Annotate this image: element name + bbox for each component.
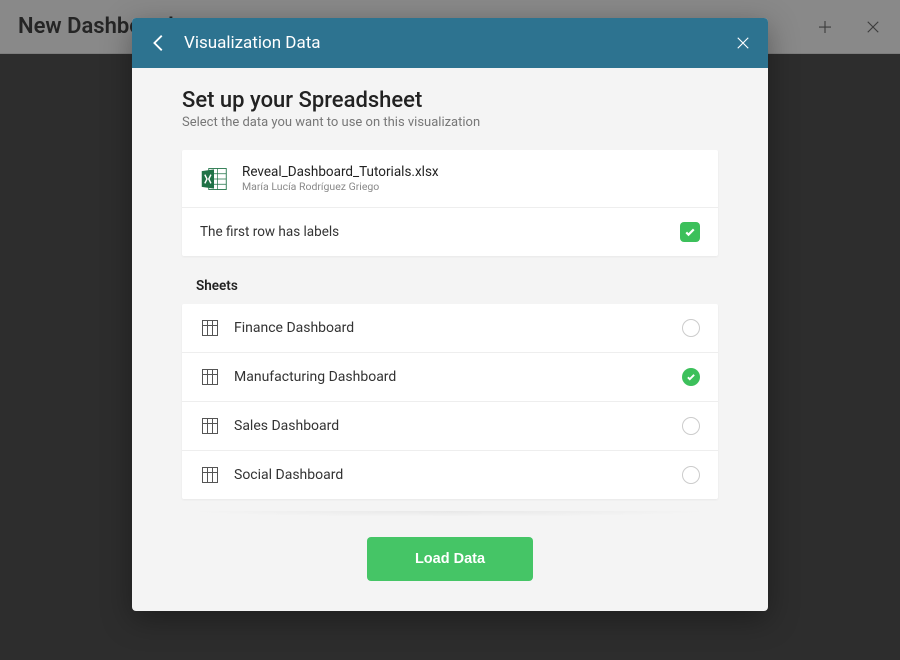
grid-icon bbox=[200, 367, 220, 387]
setup-title: Set up your Spreadsheet bbox=[182, 88, 718, 113]
sheet-row[interactable]: Sales Dashboard bbox=[182, 402, 718, 451]
sheet-name: Manufacturing Dashboard bbox=[234, 369, 668, 385]
grid-icon bbox=[200, 416, 220, 436]
radio-unselected-icon[interactable] bbox=[682, 417, 700, 435]
sheet-row[interactable]: Manufacturing Dashboard bbox=[182, 353, 718, 402]
visualization-data-modal: Visualization Data Set up your Spreadshe… bbox=[132, 18, 768, 611]
first-row-labels-text: The first row has labels bbox=[200, 224, 339, 240]
modal-close-icon[interactable] bbox=[734, 34, 752, 52]
modal-body: Set up your Spreadsheet Select the data … bbox=[132, 68, 768, 611]
first-row-labels-toggle[interactable]: The first row has labels bbox=[182, 208, 718, 256]
sheet-name: Sales Dashboard bbox=[234, 418, 668, 434]
setup-subtitle: Select the data you want to use on this … bbox=[182, 115, 718, 130]
modal-header: Visualization Data bbox=[132, 18, 768, 68]
file-owner: María Lucía Rodríguez Griego bbox=[242, 180, 439, 193]
checkbox-checked-icon bbox=[680, 222, 700, 242]
sheets-label: Sheets bbox=[196, 278, 718, 294]
sheet-name: Finance Dashboard bbox=[234, 320, 668, 336]
load-data-button[interactable]: Load Data bbox=[367, 537, 533, 581]
sheets-panel: Finance Dashboard Manufacturing Dashboard… bbox=[182, 304, 718, 499]
modal-title: Visualization Data bbox=[184, 33, 720, 53]
excel-file-icon bbox=[200, 165, 228, 193]
file-name: Reveal_Dashboard_Tutorials.xlsx bbox=[242, 164, 439, 180]
file-meta: Reveal_Dashboard_Tutorials.xlsx María Lu… bbox=[242, 164, 439, 193]
sheet-row[interactable]: Finance Dashboard bbox=[182, 304, 718, 353]
sheet-row[interactable]: Social Dashboard bbox=[182, 451, 718, 499]
panel-shadow bbox=[182, 511, 718, 517]
sheet-name: Social Dashboard bbox=[234, 467, 668, 483]
grid-icon bbox=[200, 318, 220, 338]
radio-selected-icon[interactable] bbox=[682, 368, 700, 386]
radio-unselected-icon[interactable] bbox=[682, 319, 700, 337]
grid-icon bbox=[200, 465, 220, 485]
file-panel: Reveal_Dashboard_Tutorials.xlsx María Lu… bbox=[182, 150, 718, 256]
radio-unselected-icon[interactable] bbox=[682, 466, 700, 484]
back-arrow-icon[interactable] bbox=[148, 32, 170, 54]
file-row[interactable]: Reveal_Dashboard_Tutorials.xlsx María Lu… bbox=[182, 150, 718, 208]
